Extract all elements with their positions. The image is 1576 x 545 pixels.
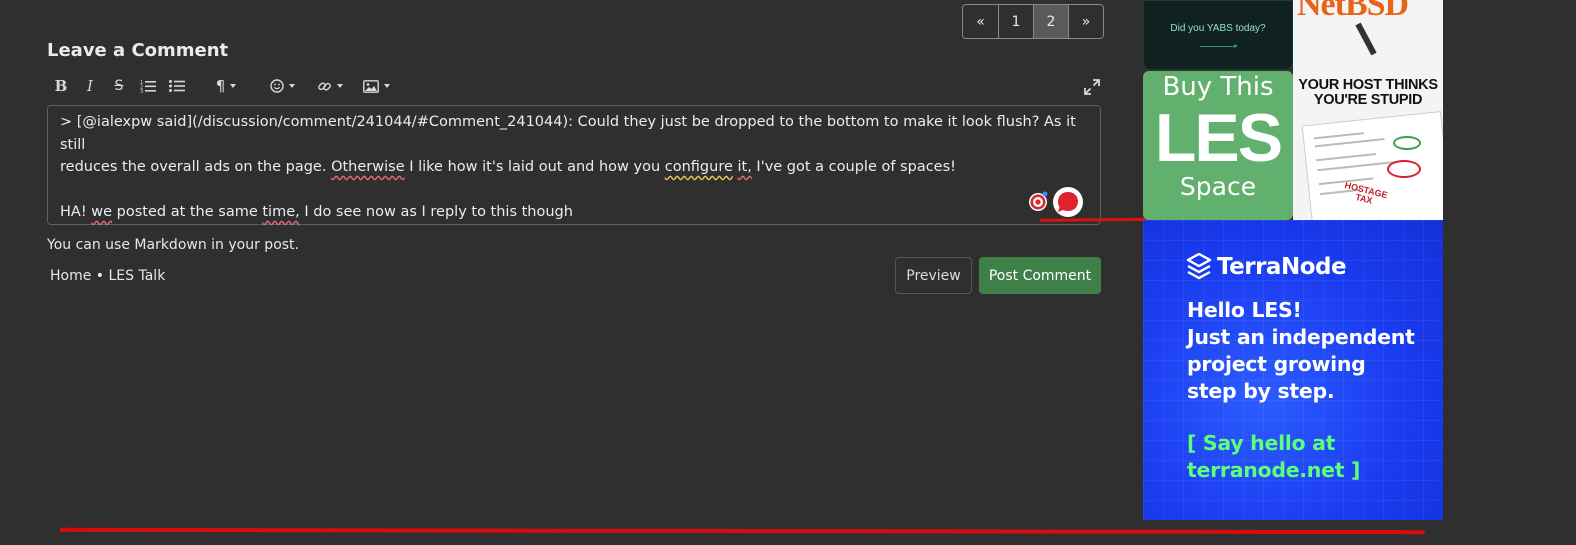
bold-button[interactable]: B: [52, 76, 70, 96]
post-comment-button[interactable]: Post Comment: [979, 257, 1101, 294]
chevron-down-icon: [337, 84, 343, 88]
image-icon: [362, 79, 379, 93]
ad-line: LES: [1154, 100, 1283, 176]
breadcrumb[interactable]: Home • LES Talk: [50, 268, 165, 284]
ad-line: Space: [1179, 172, 1257, 201]
arrow-right-icon: [1200, 44, 1238, 48]
pagination-page-2[interactable]: 2: [1033, 5, 1068, 38]
link-button[interactable]: [314, 76, 346, 96]
terranode-name: TerraNode: [1217, 254, 1347, 280]
chevron-down-icon: [230, 84, 237, 88]
editor-text: posted at the same: [112, 204, 263, 220]
message-line: Just an independent: [1187, 325, 1415, 349]
netbsd-headline-line: YOUR HOST THINKS: [1298, 77, 1438, 93]
editor-blank-line: [60, 179, 1088, 202]
netbsd-ad-banner[interactable]: NetBSD YOUR HOST THINKS YOU'RE STUPID HO…: [1293, 0, 1443, 220]
yabs-ad-banner[interactable]: Did you YABS today?: [1143, 0, 1293, 70]
ad-line: Buy This: [1162, 72, 1274, 102]
spelling-flag: we: [91, 204, 113, 220]
paragraph-format-button[interactable]: ¶: [210, 76, 242, 96]
yabs-ad-text: Did you YABS today?: [1170, 23, 1266, 34]
chevron-down-icon: [288, 84, 295, 88]
netbsd-logo: NetBSD: [1297, 0, 1409, 23]
spelling-flag: it,: [737, 159, 752, 175]
image-button[interactable]: [360, 76, 392, 96]
terranode-message: Hello LES! Just an independent project g…: [1187, 297, 1437, 405]
terranode-brand: TerraNode: [1187, 253, 1347, 281]
editor-toolbar: B I S 123 ¶: [52, 76, 392, 96]
editor-line: reduces the overall ads on the page. Oth…: [60, 156, 1088, 179]
annotation-underline: [59, 527, 1426, 535]
emoji-icon: [269, 79, 284, 93]
netbsd-flag-icon: [1355, 22, 1377, 56]
terranode-ad-banner[interactable]: TerraNode Hello LES! Just an independent…: [1143, 220, 1443, 520]
expand-icon[interactable]: [1083, 78, 1101, 96]
pagination-next[interactable]: »: [1068, 5, 1103, 38]
pagination: « 1 2 »: [962, 4, 1104, 39]
unordered-list-icon[interactable]: [168, 76, 186, 96]
cta-line: terranode.net ]: [1187, 458, 1361, 482]
italic-button[interactable]: I: [81, 76, 99, 96]
terranode-cta: [ Say hello at terranode.net ]: [1187, 430, 1437, 484]
spelling-flag: time,: [262, 204, 300, 220]
editor-text: reduces the overall ads on the page.: [60, 159, 332, 175]
editor-text: I like how it's laid out and how you: [404, 159, 665, 175]
paragraph-icon: ¶: [215, 77, 226, 95]
buy-les-space-ad[interactable]: Buy This LES Space: [1143, 71, 1293, 220]
editor-text: > [@ialexpw said](/discussion/comment/24…: [60, 114, 1076, 153]
editor-line: > [@ialexpw said](/discussion/comment/24…: [60, 111, 1088, 156]
svg-text:3: 3: [140, 89, 143, 93]
message-line: project growing: [1187, 352, 1366, 376]
ordered-list-icon[interactable]: 123: [139, 76, 157, 96]
netbsd-ad-headline: YOUR HOST THINKS YOU'RE STUPID: [1293, 78, 1443, 108]
editor-text: I do see now as I reply to this though: [299, 204, 573, 220]
editor-text: HA!: [60, 204, 92, 220]
pagination-prev[interactable]: «: [963, 5, 998, 38]
red-circle-mark: [1387, 160, 1421, 178]
chevron-down-icon: [383, 84, 390, 88]
grammar-flag: configure: [664, 159, 733, 175]
cta-line: [ Say hello at: [1187, 431, 1336, 455]
preview-button[interactable]: Preview: [895, 257, 972, 294]
editor-line: HA! we posted at the same time, I do see…: [60, 201, 1088, 224]
target-extension-icon[interactable]: [1027, 190, 1049, 212]
pagination-page-1[interactable]: 1: [998, 5, 1033, 38]
link-icon: [318, 81, 331, 91]
comment-textarea[interactable]: > [@ialexpw said](/discussion/comment/24…: [47, 105, 1101, 225]
emoji-button[interactable]: [266, 76, 298, 96]
editor-text: I've got a couple of spaces!: [751, 159, 956, 175]
spelling-flag: Otherwise: [331, 159, 405, 175]
comment-heading: Leave a Comment: [47, 40, 229, 61]
strikethrough-button[interactable]: S: [110, 76, 128, 96]
green-circle-mark: [1393, 136, 1421, 150]
message-line: Hello LES!: [1187, 298, 1302, 322]
speech-bubble-extension-icon[interactable]: [1052, 186, 1084, 218]
terranode-logo-icon: [1187, 253, 1211, 280]
markdown-hint: You can use Markdown in your post.: [47, 237, 299, 253]
message-line: step by step.: [1187, 379, 1335, 403]
netbsd-headline-line: YOU'RE STUPID: [1313, 92, 1423, 108]
